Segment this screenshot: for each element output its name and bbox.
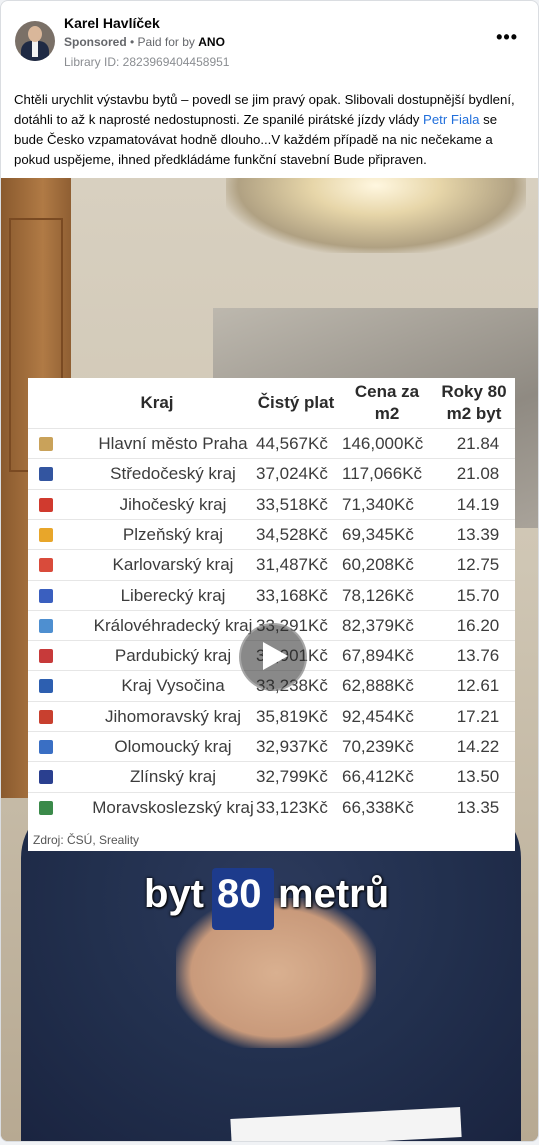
cell-plat: 31,487Kč	[256, 555, 328, 575]
region-flag-icon	[39, 467, 53, 482]
cell-cena: 62,888Kč	[342, 676, 414, 696]
table-row: Jihomoravský kraj 35,819Kč 92,454Kč 17.21	[28, 700, 515, 732]
cell-cena: 117,066Kč	[342, 464, 423, 484]
table-row: Karlovarský kraj 31,487Kč 60,208Kč 12.75	[28, 549, 515, 580]
paid-for-label: • Paid for by	[126, 35, 199, 49]
avatar[interactable]	[15, 21, 55, 61]
cell-plat: 33,123Kč	[256, 797, 328, 817]
table-row: Olomoucký kraj 32,937Kč 70,239Kč 14.22	[28, 731, 515, 762]
cell-plat: 33,168Kč	[256, 585, 328, 605]
table-row: Jihočeský kraj 33,518Kč 71,340Kč 14.19	[28, 488, 515, 520]
salary-table: Kraj Čistý plat Cena za m2 Roky 80 m2 by…	[28, 378, 515, 851]
caption-word-2: metrů	[278, 872, 390, 916]
region-flag-icon	[39, 618, 53, 633]
cell-cena: 78,126Kč	[342, 585, 414, 605]
table-header: Kraj Čistý plat Cena za m2 Roky 80 m2 by…	[28, 378, 515, 428]
cell-roky: 14.22	[456, 737, 500, 756]
region-flag-icon	[39, 588, 53, 603]
region-flag-icon	[39, 527, 53, 542]
cell-cena: 67,894Kč	[342, 646, 414, 666]
cell-cena: 146,000Kč	[342, 434, 424, 453]
table-row: Středočeský kraj 37,024Kč 117,066Kč 21.08	[28, 458, 515, 489]
region-flag-icon	[39, 740, 53, 754]
cell-roky: 15.70	[456, 585, 500, 605]
cell-plat: 35,819Kč	[256, 706, 328, 726]
header-cena: Cena za m2	[354, 382, 420, 423]
video-caption: byt 80 metrů	[1, 868, 538, 938]
cell-plat: 32,937Kč	[256, 737, 328, 756]
caption-highlight: 80	[217, 872, 262, 916]
cell-roky: 16.20	[456, 615, 500, 635]
table-row: Moravskoslezský kraj 33,123Kč 66,338Kč 13.3…	[28, 791, 515, 823]
table-row: Liberecký kraj 33,168Kč 78,126Kč 15.70	[28, 579, 515, 611]
cell-cena: 66,412Kč	[342, 767, 414, 787]
cell-cena: 69,345Kč	[342, 524, 414, 544]
cell-kraj: Jihočeský kraj	[119, 494, 227, 514]
cell-cena: 92,454Kč	[342, 706, 414, 726]
cell-plat: 34,528Kč	[256, 524, 328, 544]
ad-post-card: Karel Havlíček Sponsored • Paid for by A…	[0, 0, 539, 1142]
cell-kraj: Plzeňský kraj	[122, 524, 224, 544]
region-flag-icon	[39, 800, 53, 815]
cell-roky: 14.19	[456, 494, 500, 514]
region-flag-icon	[39, 770, 53, 785]
post-text: Chtěli urychlit výstavbu bytů – povedl s…	[14, 90, 528, 170]
cell-kraj: Karlovarský kraj	[112, 555, 234, 575]
more-options-icon[interactable]: •••	[496, 28, 518, 46]
region-flag-icon	[39, 558, 53, 573]
sponsored-meta: Sponsored • Paid for by ANO	[64, 35, 225, 49]
cell-plat: 44,567Kč	[256, 434, 328, 453]
cell-kraj: Hlavní město Praha	[98, 434, 248, 453]
cell-roky: 13.76	[456, 646, 500, 666]
chandelier-image	[226, 178, 526, 253]
cell-roky: 13.39	[456, 524, 500, 544]
funder-name: ANO	[198, 35, 225, 49]
cell-plat: 37,024Kč	[256, 464, 328, 484]
cell-kraj: Jihomoravský kraj	[104, 706, 242, 726]
play-icon[interactable]	[239, 623, 307, 691]
video-media[interactable]: Kraj Čistý plat Cena za m2 Roky 80 m2 by…	[1, 178, 538, 1141]
table-row: Hlavní město Praha 44,567Kč 146,000Kč 21.84	[28, 428, 515, 459]
table-row: Zlínský kraj 32,799Kč 66,412Kč 13.50	[28, 761, 515, 792]
cell-cena: 60,208Kč	[342, 555, 414, 575]
header-roky: Roky 80 m2 byt	[441, 382, 507, 423]
cell-roky: 13.35	[456, 797, 500, 817]
table-row: Plzeňský kraj 34,528Kč 69,345Kč 13.39	[28, 518, 515, 550]
cell-roky: 21.08	[456, 464, 500, 484]
library-id: Library ID: 2823969404458951	[64, 55, 230, 69]
cell-roky: 21.84	[456, 434, 500, 453]
post-header: Karel Havlíček Sponsored • Paid for by A…	[13, 13, 526, 69]
region-flag-icon	[39, 709, 53, 724]
cell-roky: 13.50	[456, 767, 500, 787]
cell-kraj: Středočeský kraj	[110, 464, 236, 484]
caption-word-1: byt	[144, 872, 204, 916]
cell-roky: 12.75	[456, 555, 500, 575]
region-flag-icon	[39, 437, 53, 451]
cell-kraj: Moravskoslezský kraj	[92, 797, 254, 817]
cell-cena: 82,379Kč	[342, 615, 414, 635]
cell-kraj: Olomoucký kraj	[114, 737, 232, 756]
cell-cena: 70,239Kč	[342, 737, 414, 756]
region-flag-icon	[39, 649, 53, 664]
cell-cena: 71,340Kč	[342, 494, 414, 514]
cell-roky: 17.21	[456, 706, 500, 726]
sponsored-label: Sponsored	[64, 35, 127, 49]
header-plat: Čistý plat	[257, 393, 335, 412]
cell-plat: 32,799Kč	[256, 767, 328, 787]
region-flag-icon	[39, 679, 53, 694]
cell-kraj: Liberecký kraj	[120, 585, 226, 605]
table-source: Zdroj: ČSÚ, Sreality	[33, 833, 140, 847]
cell-roky: 12.61	[456, 676, 500, 696]
header-kraj: Kraj	[140, 393, 174, 412]
cell-cena: 66,338Kč	[342, 797, 414, 817]
region-flag-icon	[39, 497, 53, 512]
mention-link[interactable]: Petr Fiala	[423, 112, 479, 127]
cell-plat: 33,518Kč	[256, 494, 328, 514]
author-name[interactable]: Karel Havlíček	[64, 15, 160, 31]
cell-kraj: Zlínský kraj	[130, 767, 216, 787]
